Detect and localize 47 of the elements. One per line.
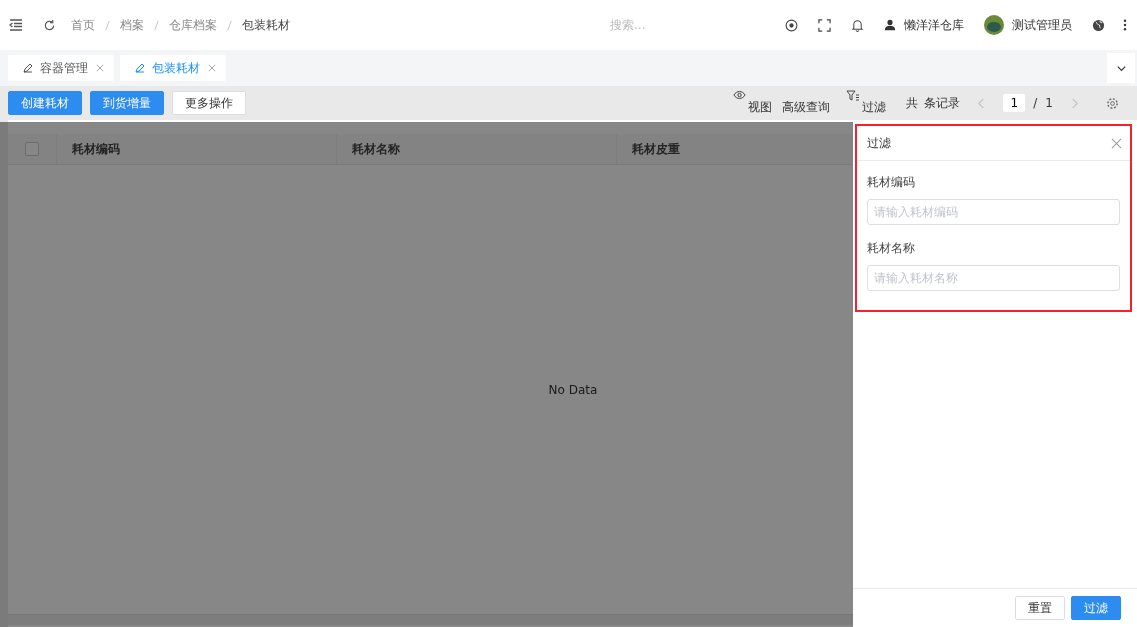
person-icon bbox=[884, 19, 896, 31]
field-label: 耗材编码 bbox=[867, 174, 916, 191]
warehouse-name[interactable]: 懒洋洋仓库 bbox=[904, 16, 964, 34]
total-prefix: 共 bbox=[906, 94, 919, 112]
reset-button[interactable]: 重置 bbox=[1015, 596, 1065, 620]
breadcrumb-item: 包装耗材 bbox=[242, 16, 290, 34]
column-header[interactable]: 耗材名称 bbox=[336, 134, 616, 164]
advanced-query-button[interactable]: 高级查询 bbox=[782, 98, 831, 116]
apply-button[interactable]: 过滤 bbox=[1071, 596, 1121, 620]
breadcrumb-item[interactable]: 档案 bbox=[120, 16, 144, 34]
slash-separator-icon bbox=[227, 19, 232, 31]
select-all-checkbox[interactable] bbox=[25, 142, 39, 156]
page-count: 1 bbox=[1045, 96, 1053, 110]
page-tab[interactable]: 容器管理 bbox=[8, 55, 114, 81]
filter-icon[interactable] bbox=[846, 90, 861, 102]
action-button[interactable]: 更多操作 bbox=[172, 91, 246, 115]
slash-separator-icon bbox=[154, 19, 159, 31]
target-icon[interactable] bbox=[785, 18, 798, 32]
bell-icon[interactable] bbox=[851, 18, 864, 32]
settings-icon[interactable] bbox=[1106, 96, 1119, 110]
column-header[interactable]: 耗材编码 bbox=[56, 134, 336, 164]
total-suffix: 条记录 bbox=[924, 94, 961, 112]
globe-icon[interactable] bbox=[1092, 18, 1105, 32]
input-field[interactable]: 请输入耗材名称 bbox=[867, 265, 1120, 291]
breadcrumb-item[interactable]: 仓库档案 bbox=[169, 16, 217, 34]
breadcrumb-item[interactable]: 首页 bbox=[71, 16, 95, 34]
avatar[interactable] bbox=[984, 15, 1004, 35]
field-label: 耗材名称 bbox=[867, 240, 916, 257]
menu-icon[interactable] bbox=[9, 18, 23, 32]
pencil-icon bbox=[134, 62, 146, 74]
fullscreen-icon[interactable] bbox=[818, 18, 831, 32]
page-tab[interactable]: 包装耗材 bbox=[120, 55, 226, 81]
page-number-field[interactable]: 1 bbox=[1003, 94, 1026, 112]
eye-icon[interactable] bbox=[733, 90, 747, 100]
pencil-icon bbox=[22, 62, 34, 74]
drawer-title: 过滤 bbox=[867, 134, 891, 152]
slash-separator-icon bbox=[105, 19, 110, 31]
user-name[interactable]: 测试管理员 bbox=[1012, 16, 1072, 34]
empty-message: No Data bbox=[548, 382, 598, 397]
page-separator: / bbox=[1033, 96, 1038, 110]
refresh-icon[interactable] bbox=[43, 18, 56, 32]
view-button[interactable]: 视图 bbox=[748, 98, 773, 116]
filter-button[interactable]: 过滤 bbox=[862, 98, 887, 116]
close-icon[interactable] bbox=[1111, 137, 1122, 149]
more-icon[interactable] bbox=[1123, 19, 1127, 31]
action-button[interactable]: 创建耗材 bbox=[8, 91, 82, 115]
action-button[interactable]: 到货增量 bbox=[90, 91, 164, 115]
